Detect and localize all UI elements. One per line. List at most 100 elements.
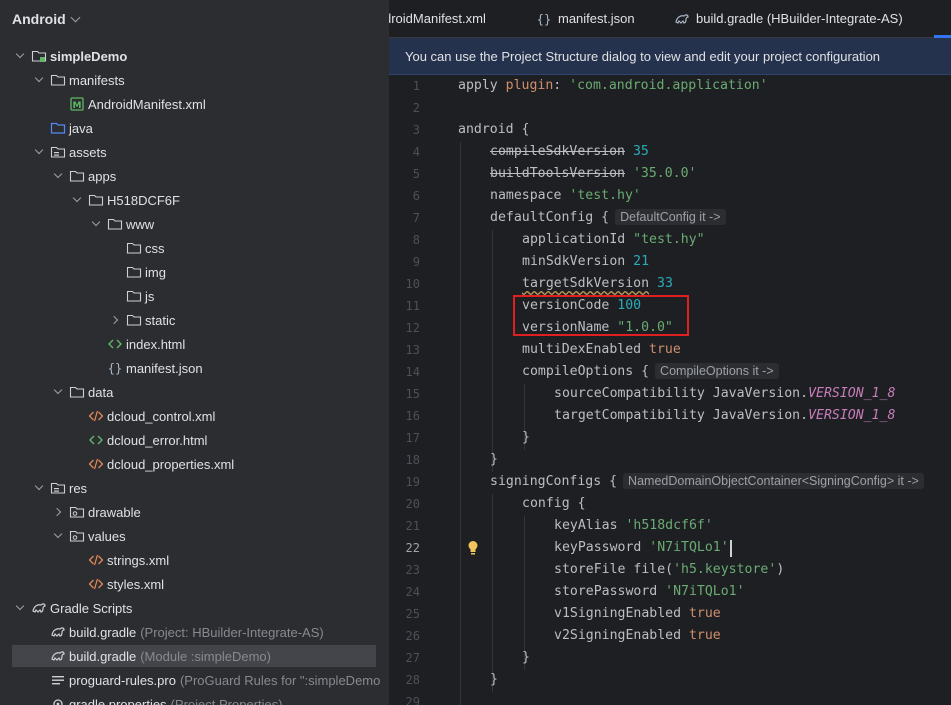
line-number: 7 — [412, 211, 420, 225]
tab-manifest-json[interactable]: {} manifest.json — [536, 0, 635, 37]
code-line[interactable]: defaultConfig {DefaultConfig it -> — [490, 209, 726, 225]
tree-item[interactable]: js — [0, 285, 154, 307]
indent-guide — [492, 494, 493, 692]
tree-item[interactable]: drawable — [0, 501, 141, 523]
tree-item[interactable]: res — [0, 477, 87, 499]
code-line[interactable]: targetSdkVersion 33 — [522, 276, 673, 291]
code-line[interactable]: multiDexEnabled true — [522, 342, 681, 357]
chevron-down-icon[interactable] — [91, 213, 101, 235]
code-line[interactable]: compileOptions {CompileOptions it -> — [522, 363, 779, 379]
code-line[interactable]: } — [490, 672, 498, 687]
code-line[interactable]: sourceCompatibility JavaVersion.VERSION_… — [554, 386, 895, 401]
tree-item-label: data — [88, 384, 114, 400]
code-token: VERSION_1_8 — [808, 408, 896, 423]
code-line[interactable]: keyPassword 'N7iTQLo1' — [554, 540, 729, 555]
code-line[interactable]: } — [522, 430, 530, 445]
tree-item[interactable]: styles.xml — [0, 573, 164, 595]
chevron-down-icon[interactable] — [53, 165, 63, 187]
tree-item-label: js — [145, 288, 155, 304]
code-token: } — [490, 672, 498, 687]
line-number: 15 — [405, 387, 420, 401]
chevron-down-icon[interactable] — [34, 69, 44, 91]
code-token: targetSdkVersion — [522, 276, 650, 291]
tree-item[interactable]: proguard-rules.pro (ProGuard Rules for ":… — [0, 669, 380, 691]
chevron-right-icon[interactable] — [110, 309, 120, 331]
chevron-down-icon[interactable] — [15, 597, 25, 619]
chevron-down-icon[interactable] — [53, 525, 63, 547]
code-token: defaultConfig { — [490, 210, 610, 225]
code-line[interactable]: applicationId "test.hy" — [522, 232, 705, 247]
code-line[interactable]: minSdkVersion 21 — [522, 254, 649, 269]
tree-item[interactable]: css — [0, 237, 165, 259]
code-token: } — [522, 650, 530, 665]
chevron-right-icon[interactable] — [53, 501, 63, 523]
code-line[interactable]: compileSdkVersion 35 — [490, 144, 649, 159]
source-folder-icon — [50, 120, 66, 136]
code-line[interactable]: storeFile file('h5.keystore') — [554, 562, 784, 577]
tree-item[interactable]: static — [0, 309, 175, 331]
gradle-icon — [674, 11, 690, 27]
line-number: 28 — [405, 673, 420, 687]
lightbulb-icon[interactable] — [467, 540, 479, 559]
code-line[interactable]: v2SigningEnabled true — [554, 628, 721, 643]
tree-item[interactable]: manifests — [0, 69, 125, 91]
chevron-down-icon[interactable] — [72, 189, 82, 211]
tree-item-label: img — [145, 264, 166, 280]
code-line[interactable]: android { — [458, 122, 529, 137]
tree-item[interactable]: build.gradle (Module :simpleDemo) — [12, 645, 376, 667]
code-token: signingConfigs { — [490, 474, 618, 489]
tree-item[interactable]: index.html — [0, 333, 185, 355]
code-line[interactable]: storePassword 'N7iTQLo1' — [554, 584, 745, 599]
tree-item[interactable]: build.gradle (Project: HBuilder-Integrate… — [0, 621, 324, 643]
code-token: config { — [522, 496, 586, 511]
code-line[interactable]: namespace 'test.hy' — [490, 188, 641, 203]
tree-item[interactable]: simpleDemo — [0, 45, 127, 67]
project-view-selector[interactable]: Android — [0, 0, 389, 38]
tree-item[interactable]: values — [0, 525, 126, 547]
tree-item[interactable]: data — [0, 381, 113, 403]
code-line[interactable]: } — [490, 452, 498, 467]
tree-item[interactable]: M AndroidManifest.xml — [0, 93, 206, 115]
code-token: multiDexEnabled — [522, 342, 650, 357]
tree-item[interactable]: strings.xml — [0, 549, 169, 571]
code-line[interactable]: } — [522, 650, 530, 665]
line-number: 11 — [405, 299, 420, 313]
chevron-down-icon[interactable] — [34, 477, 44, 499]
tab-android-manifest[interactable]: droidManifest.xml — [389, 0, 486, 37]
code-line[interactable]: keyAlias 'h518dcf6f' — [554, 518, 713, 533]
tree-item[interactable]: assets — [0, 141, 107, 163]
line-number: 29 — [405, 695, 420, 705]
chevron-down-icon[interactable] — [15, 45, 25, 67]
line-number: 10 — [405, 277, 420, 291]
chevron-down-icon[interactable] — [53, 381, 63, 403]
code-line[interactable]: targetCompatibility JavaVersion.VERSION_… — [554, 408, 895, 423]
code-line[interactable]: buildToolsVersion '35.0.0' — [490, 166, 696, 181]
tree-item[interactable]: dcloud_control.xml — [0, 405, 215, 427]
tree-item[interactable]: {} manifest.json — [0, 357, 203, 379]
code-line[interactable]: config { — [522, 496, 586, 511]
tree-item[interactable]: H518DCF6F — [0, 189, 180, 211]
code-editor[interactable]: 1 apply plugin: 'com.android.application'… — [389, 75, 951, 705]
tree-item[interactable]: apps — [0, 165, 116, 187]
code-token: apply — [458, 78, 506, 93]
tab-label: build.gradle (HBuilder-Integrate-AS) — [696, 11, 903, 26]
tree-item[interactable]: img — [0, 261, 166, 283]
tree-item[interactable]: Gradle Scripts — [0, 597, 132, 619]
tree-item[interactable]: gradle.properties (Project Properties) — [0, 693, 283, 705]
tree-item[interactable]: java — [0, 117, 93, 139]
line-number: 17 — [405, 431, 420, 445]
tree-item[interactable]: dcloud_properties.xml — [0, 453, 234, 475]
tab-label: manifest.json — [558, 11, 635, 26]
chevron-down-icon[interactable] — [34, 141, 44, 163]
folder-icon — [126, 264, 142, 280]
code-token: } — [522, 430, 530, 445]
tab-build-gradle-project[interactable]: build.gradle (HBuilder-Integrate-AS) — [674, 0, 903, 37]
json-file-icon: {} — [536, 11, 552, 27]
tree-item[interactable]: dcloud_error.html — [0, 429, 207, 451]
tree-item[interactable]: www — [0, 213, 154, 235]
code-line[interactable]: apply plugin: 'com.android.application' — [458, 78, 768, 93]
code-line[interactable]: signingConfigs {NamedDomainObjectContain… — [490, 473, 924, 489]
code-line[interactable]: v1SigningEnabled true — [554, 606, 721, 621]
